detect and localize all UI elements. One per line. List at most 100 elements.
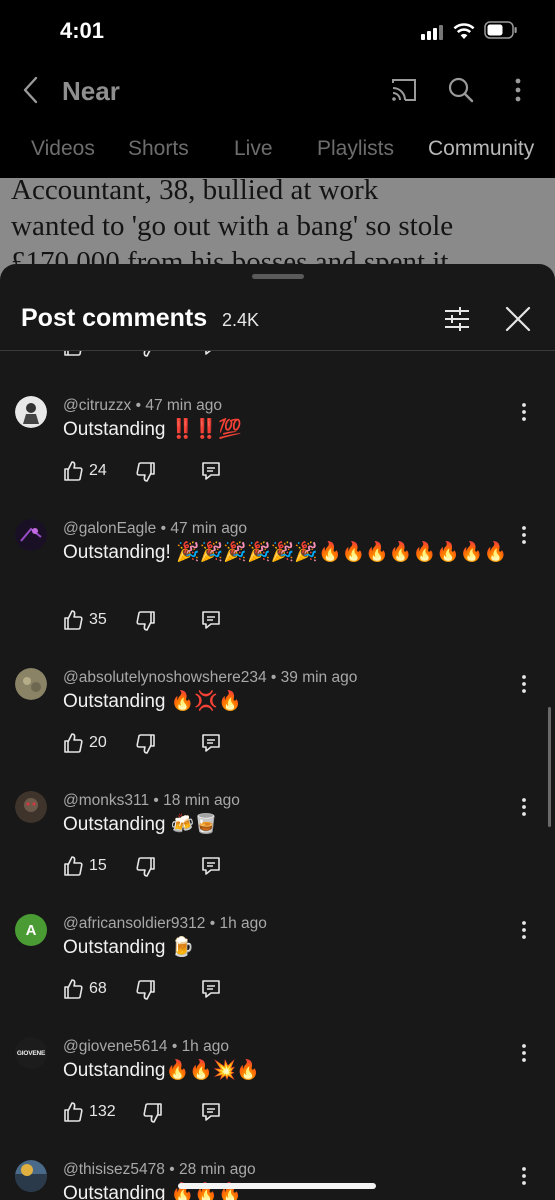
- scrollbar[interactable]: [548, 707, 551, 827]
- sheet-title: Post comments: [21, 304, 208, 332]
- reply-icon[interactable]: [201, 979, 221, 999]
- search-icon[interactable]: [447, 76, 475, 104]
- avatar[interactable]: [15, 791, 47, 823]
- reply-icon[interactable]: [201, 461, 221, 481]
- tab-community[interactable]: Community: [428, 137, 534, 161]
- like-icon[interactable]: [63, 855, 83, 877]
- comment-more-icon[interactable]: [516, 524, 532, 546]
- wifi-icon: [453, 23, 475, 39]
- comment-meta: @citruzzx • 47 min ago: [63, 397, 223, 414]
- comment-text: Outstanding🔥🔥💥🔥: [63, 1060, 261, 1081]
- comment-time: 28 min ago: [178, 1161, 256, 1178]
- dislike-icon[interactable]: [143, 1102, 163, 1124]
- comment-meta: @africansoldier9312 • 1h ago: [63, 915, 267, 932]
- comment-count: 2.4K: [222, 310, 260, 330]
- back-arrow-icon[interactable]: [18, 74, 44, 106]
- comment-author[interactable]: @giovene5614: [63, 1038, 168, 1055]
- dislike-icon[interactable]: [136, 979, 156, 1001]
- channel-tabs: Videos Shorts Live Playlists Community: [0, 120, 555, 178]
- comment-meta: @monks311 • 18 min ago: [63, 792, 240, 809]
- comment-author[interactable]: @galonEagle: [63, 520, 156, 537]
- like-count: 20: [89, 734, 107, 751]
- comment-more-icon[interactable]: [516, 796, 532, 818]
- partial-action-row: 41: [0, 351, 555, 359]
- more-options-icon[interactable]: [508, 76, 528, 104]
- reply-icon[interactable]: [201, 610, 221, 630]
- comment-more-icon[interactable]: [516, 401, 532, 423]
- comment-time: 1h ago: [181, 1038, 229, 1055]
- cast-icon[interactable]: [390, 77, 418, 103]
- comment-text: Outstanding 🍻🥃: [63, 814, 219, 835]
- comment-meta: @thisisez5478 • 28 min ago: [63, 1161, 256, 1178]
- like-icon[interactable]: [63, 351, 83, 357]
- like-icon[interactable]: [63, 978, 83, 1000]
- comment-author[interactable]: @absolutelynoshowshere234: [63, 669, 267, 686]
- reply-icon[interactable]: [201, 733, 221, 753]
- like-icon[interactable]: [63, 460, 83, 482]
- comment-text: Outstanding 🔥💢🔥: [63, 691, 242, 712]
- tab-live[interactable]: Live: [234, 137, 273, 161]
- status-bar: 4:01: [0, 0, 555, 62]
- tab-playlists[interactable]: Playlists: [317, 137, 394, 161]
- filter-sliders-icon[interactable]: [443, 304, 471, 334]
- channel-title: Near: [62, 76, 120, 106]
- app-header: Near: [0, 62, 555, 120]
- comment-author[interactable]: @citruzzx: [63, 397, 131, 414]
- like-count: 41: [89, 351, 107, 355]
- comment-more-icon[interactable]: [516, 919, 532, 941]
- comment-actions: 24: [63, 460, 263, 484]
- comment-author[interactable]: @monks311: [63, 792, 149, 809]
- comment-meta: @absolutelynoshowshere234 • 39 min ago: [63, 669, 358, 686]
- comment-time: 47 min ago: [170, 520, 248, 537]
- reply-icon[interactable]: [201, 856, 221, 876]
- comment-actions: 68: [63, 978, 263, 1002]
- avatar[interactable]: GIOVENE: [15, 1037, 47, 1069]
- like-count: 24: [89, 462, 107, 479]
- comment-actions: 20: [63, 732, 263, 756]
- article-line: wanted to 'go out with a bang' so stole: [11, 210, 454, 242]
- reply-icon[interactable]: [201, 351, 221, 356]
- like-icon[interactable]: [63, 732, 83, 754]
- dislike-icon[interactable]: [136, 351, 156, 358]
- like-count: 15: [89, 857, 107, 874]
- comment-more-icon[interactable]: [516, 1042, 532, 1064]
- dislike-icon[interactable]: [136, 733, 156, 755]
- comment-time: 1h ago: [219, 915, 267, 932]
- avatar[interactable]: [15, 668, 47, 700]
- comment-meta: @giovene5614 • 1h ago: [63, 1038, 229, 1055]
- comment-author[interactable]: @thisisez5478: [63, 1161, 165, 1178]
- dislike-icon[interactable]: [136, 610, 156, 632]
- like-count: 132: [89, 1103, 116, 1120]
- close-icon[interactable]: [505, 306, 531, 332]
- article-line: Accountant, 38, bullied at work: [11, 178, 379, 206]
- drag-handle[interactable]: [252, 274, 304, 279]
- home-indicator[interactable]: [178, 1183, 376, 1189]
- like-icon[interactable]: [63, 609, 83, 631]
- comment-text: Outstanding 🍺: [63, 937, 195, 958]
- comment-meta: @galonEagle • 47 min ago: [63, 520, 248, 537]
- comment-actions: 132: [63, 1101, 263, 1125]
- avatar[interactable]: [15, 396, 47, 428]
- comment-text: Outstanding! 🎉🎉🎉🎉🎉🎉🔥🔥🔥🔥🔥🔥🔥🔥: [63, 542, 508, 563]
- avatar[interactable]: [15, 519, 47, 551]
- like-icon[interactable]: [63, 1101, 83, 1123]
- reply-icon[interactable]: [201, 1102, 221, 1122]
- comment-time: 18 min ago: [163, 792, 240, 809]
- comment-more-icon[interactable]: [516, 673, 532, 695]
- comment-time: 39 min ago: [280, 669, 358, 686]
- comment-actions: 35: [63, 609, 263, 633]
- comment-text: Outstanding ‼️‼️💯: [63, 419, 242, 440]
- like-count: 68: [89, 980, 107, 997]
- comment-more-icon[interactable]: [516, 1165, 532, 1187]
- comment-author[interactable]: @africansoldier9312: [63, 915, 205, 932]
- battery-icon: [484, 21, 517, 39]
- comment-list[interactable]: 41 @citruzzx • 47 min ago Outstanding ‼️…: [0, 351, 555, 1200]
- tab-shorts[interactable]: Shorts: [128, 137, 189, 161]
- dislike-icon[interactable]: [136, 461, 156, 483]
- dislike-icon[interactable]: [136, 856, 156, 878]
- cellular-signal-icon: [421, 24, 447, 40]
- status-time: 4:01: [60, 18, 105, 43]
- avatar[interactable]: A: [15, 914, 47, 946]
- tab-videos[interactable]: Videos: [31, 137, 95, 161]
- avatar[interactable]: [15, 1160, 47, 1192]
